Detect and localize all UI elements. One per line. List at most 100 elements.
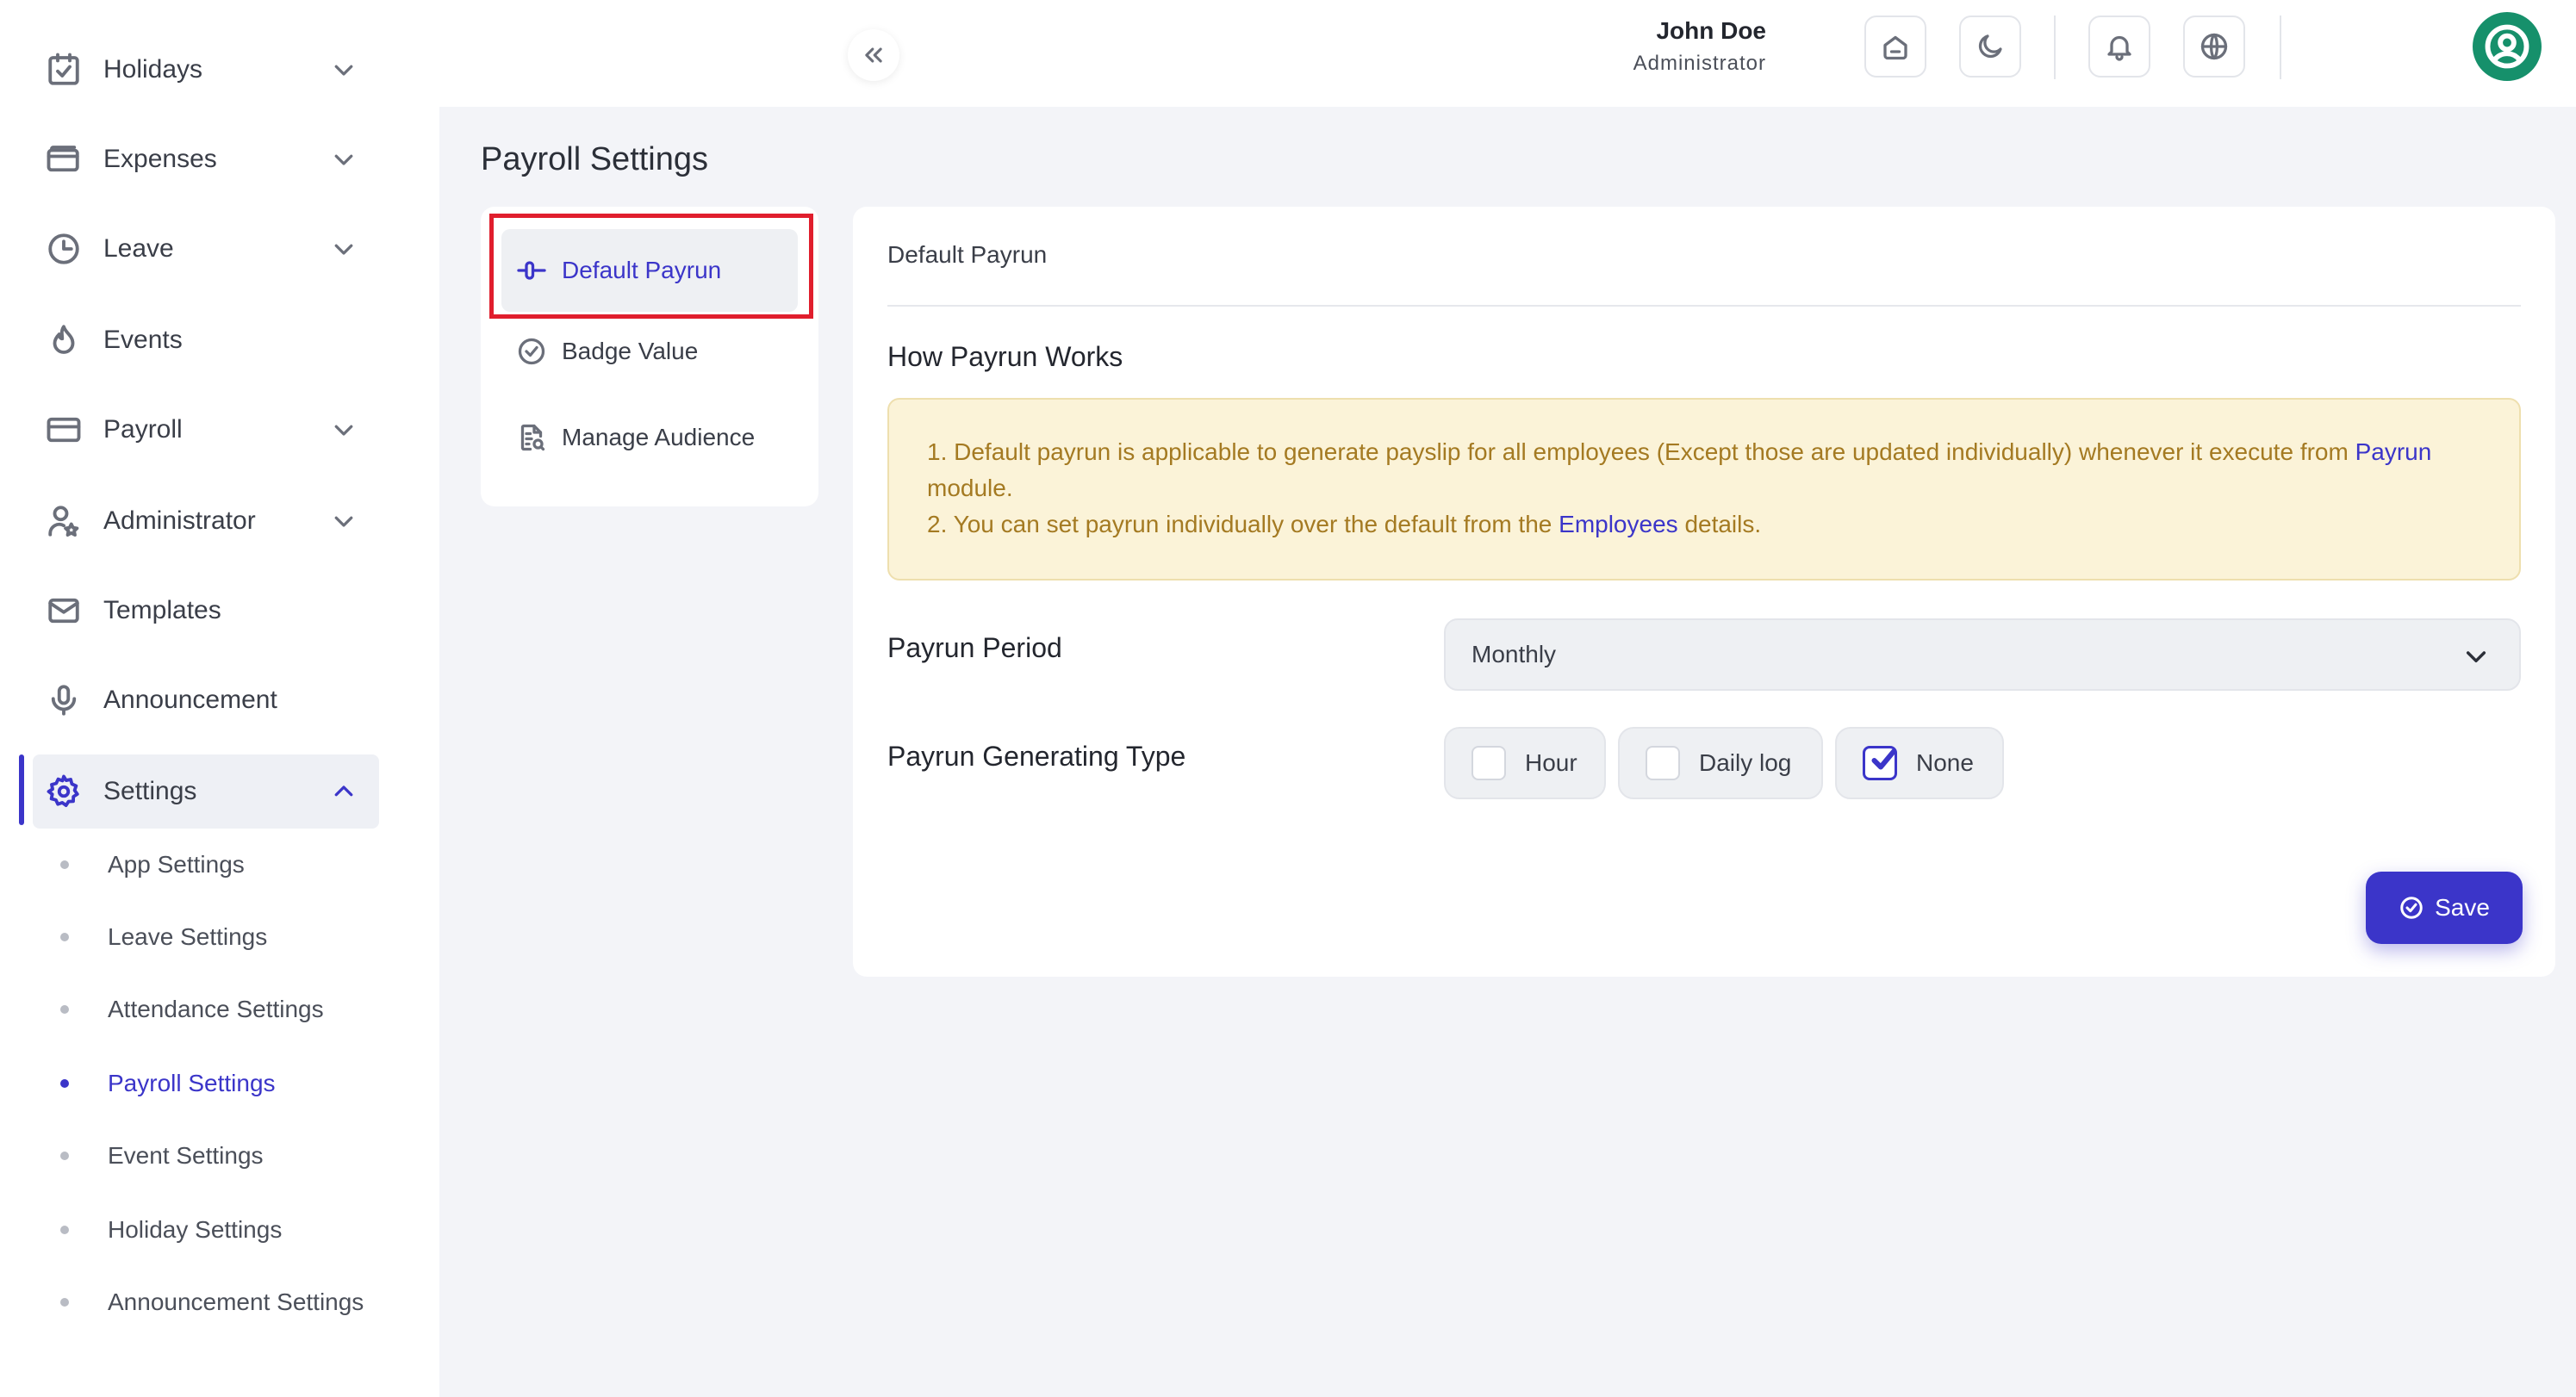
bullet-dot bbox=[60, 860, 69, 869]
sidebar-sub-holiday-settings[interactable]: Holiday Settings bbox=[60, 1204, 282, 1256]
generating-type-label: Payrun Generating Type bbox=[887, 741, 1186, 772]
subnav-manage-audience[interactable]: Manage Audience bbox=[501, 396, 798, 479]
payrun-period-select[interactable]: Monthly bbox=[1444, 618, 2521, 691]
subnav-badge-value[interactable]: Badge Value bbox=[501, 310, 798, 393]
bullet-dot bbox=[60, 933, 69, 941]
option-daily-log[interactable]: Daily log bbox=[1618, 727, 1823, 799]
gear-icon bbox=[29, 773, 98, 810]
chevron-down-icon bbox=[2462, 643, 2490, 674]
sub-item-label: Announcement Settings bbox=[108, 1288, 364, 1315]
sidebar-sub-event-settings[interactable]: Event Settings bbox=[60, 1130, 264, 1182]
sidebar-item-holidays[interactable]: Holidays bbox=[33, 33, 379, 107]
home-button[interactable] bbox=[1864, 16, 1926, 78]
chevron-down-icon bbox=[331, 146, 357, 177]
checkmark-icon bbox=[1871, 748, 1896, 770]
option-label: Daily log bbox=[1699, 749, 1792, 776]
notice-line-1: 1. Default payrun is applicable to gener… bbox=[927, 434, 2481, 506]
user-role: Administrator bbox=[1633, 52, 1766, 75]
sidebar-sub-app-settings[interactable]: App Settings bbox=[60, 839, 245, 891]
checkbox-checked[interactable] bbox=[1863, 746, 1897, 780]
sidebar-item-settings[interactable]: Settings bbox=[33, 754, 379, 829]
credit-card-icon bbox=[29, 412, 98, 448]
sidebar-item-announcement[interactable]: Announcement bbox=[33, 663, 379, 737]
option-label: Hour bbox=[1525, 749, 1577, 776]
sidebar-sub-leave-settings[interactable]: Leave Settings bbox=[60, 911, 267, 963]
default-payrun-card: Default Payrun How Payrun Works 1. Defau… bbox=[853, 207, 2555, 977]
payrun-period-label: Payrun Period bbox=[887, 632, 1062, 663]
notice-text: module. bbox=[927, 475, 1013, 501]
calendar-check-icon bbox=[29, 52, 98, 88]
check-circle-icon bbox=[2400, 897, 2423, 919]
flame-icon bbox=[29, 322, 98, 358]
notice-text: details. bbox=[1684, 511, 1762, 537]
save-label: Save bbox=[2435, 894, 2490, 921]
check-circle-icon bbox=[501, 336, 562, 367]
checkbox[interactable] bbox=[1472, 746, 1506, 780]
option-hour[interactable]: Hour bbox=[1444, 727, 1606, 799]
clock-icon bbox=[29, 231, 98, 267]
chevron-down-icon bbox=[331, 236, 357, 266]
sidebar-item-administrator[interactable]: Administrator bbox=[33, 484, 379, 558]
payrun-link[interactable]: Payrun bbox=[2355, 438, 2432, 465]
sidebar-item-events[interactable]: Events bbox=[33, 303, 379, 377]
notice-text: 2. You can set payrun individually over … bbox=[927, 511, 1552, 537]
highlight-annotation bbox=[489, 214, 813, 319]
option-none[interactable]: None bbox=[1835, 727, 2004, 799]
sidebar: Holidays Expenses Leave Events Payroll A bbox=[0, 0, 439, 1397]
divider bbox=[887, 305, 2521, 307]
sidebar-item-label: Settings bbox=[103, 777, 197, 805]
chevron-up-icon bbox=[331, 779, 357, 809]
sidebar-item-payroll[interactable]: Payroll bbox=[33, 393, 379, 467]
sidebar-sub-attendance-settings[interactable]: Attendance Settings bbox=[60, 984, 324, 1035]
option-label: None bbox=[1916, 749, 1974, 776]
sidebar-item-expenses[interactable]: Expenses bbox=[33, 122, 379, 196]
collapse-sidebar-button[interactable] bbox=[848, 29, 899, 81]
checkbox[interactable] bbox=[1646, 746, 1680, 780]
sub-item-label: Payroll Settings bbox=[108, 1070, 276, 1096]
card-header: Default Payrun bbox=[887, 241, 1048, 268]
sidebar-item-label: Templates bbox=[103, 596, 221, 624]
bullet-dot bbox=[60, 1152, 69, 1160]
language-button[interactable] bbox=[2183, 16, 2245, 78]
active-indicator bbox=[19, 754, 24, 825]
sidebar-sub-payroll-settings[interactable]: Payroll Settings bbox=[60, 1058, 276, 1109]
document-search-icon bbox=[501, 422, 562, 453]
bullet-dot bbox=[60, 1005, 69, 1014]
home-icon bbox=[1883, 35, 1907, 60]
user-name: John Doe bbox=[1656, 17, 1766, 44]
sub-item-label: Holiday Settings bbox=[108, 1216, 283, 1243]
user-circle-icon bbox=[2485, 24, 2529, 69]
chevron-down-icon bbox=[331, 508, 357, 538]
bell-icon bbox=[2107, 35, 2131, 61]
save-button[interactable]: Save bbox=[2366, 872, 2523, 944]
sidebar-sub-announcement-settings[interactable]: Announcement Settings bbox=[60, 1276, 364, 1328]
chevron-down-icon bbox=[331, 417, 357, 447]
sub-item-label: Attendance Settings bbox=[108, 996, 324, 1022]
subnav-label: Badge Value bbox=[562, 338, 699, 364]
moon-icon bbox=[1978, 34, 2002, 59]
chevron-down-icon bbox=[331, 57, 357, 87]
section-title: How Payrun Works bbox=[887, 341, 1123, 372]
sidebar-item-label: Events bbox=[103, 326, 183, 354]
theme-toggle-button[interactable] bbox=[1959, 16, 2021, 78]
notifications-button[interactable] bbox=[2088, 16, 2150, 78]
sidebar-item-templates[interactable]: Templates bbox=[33, 574, 379, 648]
sidebar-item-label: Administrator bbox=[103, 506, 256, 535]
microphone-icon bbox=[29, 682, 98, 718]
sidebar-item-leave[interactable]: Leave bbox=[33, 212, 379, 286]
avatar[interactable] bbox=[2473, 12, 2542, 81]
bullet-dot bbox=[60, 1226, 69, 1234]
info-notice: 1. Default payrun is applicable to gener… bbox=[887, 398, 2521, 581]
globe-icon bbox=[2200, 33, 2228, 60]
top-bar: John Doe Administrator bbox=[439, 0, 2576, 107]
sub-item-label: App Settings bbox=[108, 851, 245, 878]
user-star-icon bbox=[29, 503, 98, 539]
sidebar-item-label: Holidays bbox=[103, 55, 203, 84]
sidebar-item-label: Announcement bbox=[103, 686, 277, 714]
toolbar-divider bbox=[2280, 16, 2281, 79]
subnav-label: Manage Audience bbox=[562, 424, 756, 450]
notice-line-2: 2. You can set payrun individually over … bbox=[927, 506, 2481, 543]
double-chevron-left-icon bbox=[865, 47, 882, 63]
sub-item-label: Event Settings bbox=[108, 1142, 264, 1169]
employees-link[interactable]: Employees bbox=[1559, 511, 1678, 537]
